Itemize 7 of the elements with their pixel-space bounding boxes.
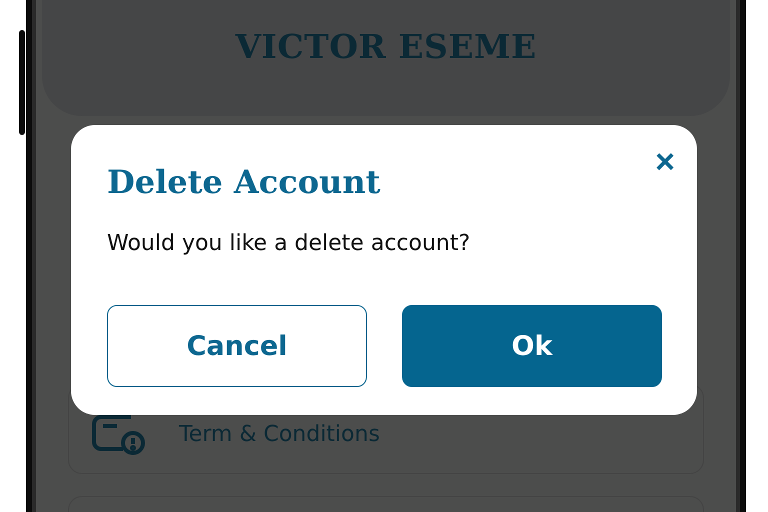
profile-name: VICTOR ESEME [235,27,537,66]
close-button[interactable]: × [653,145,677,179]
card-alert-icon [91,414,147,456]
ok-button[interactable]: Ok [402,305,662,387]
cancel-button[interactable]: Cancel [107,305,367,387]
dialog-title: Delete Account [107,163,382,201]
dialog-message: Would you like a delete account? [107,231,472,256]
